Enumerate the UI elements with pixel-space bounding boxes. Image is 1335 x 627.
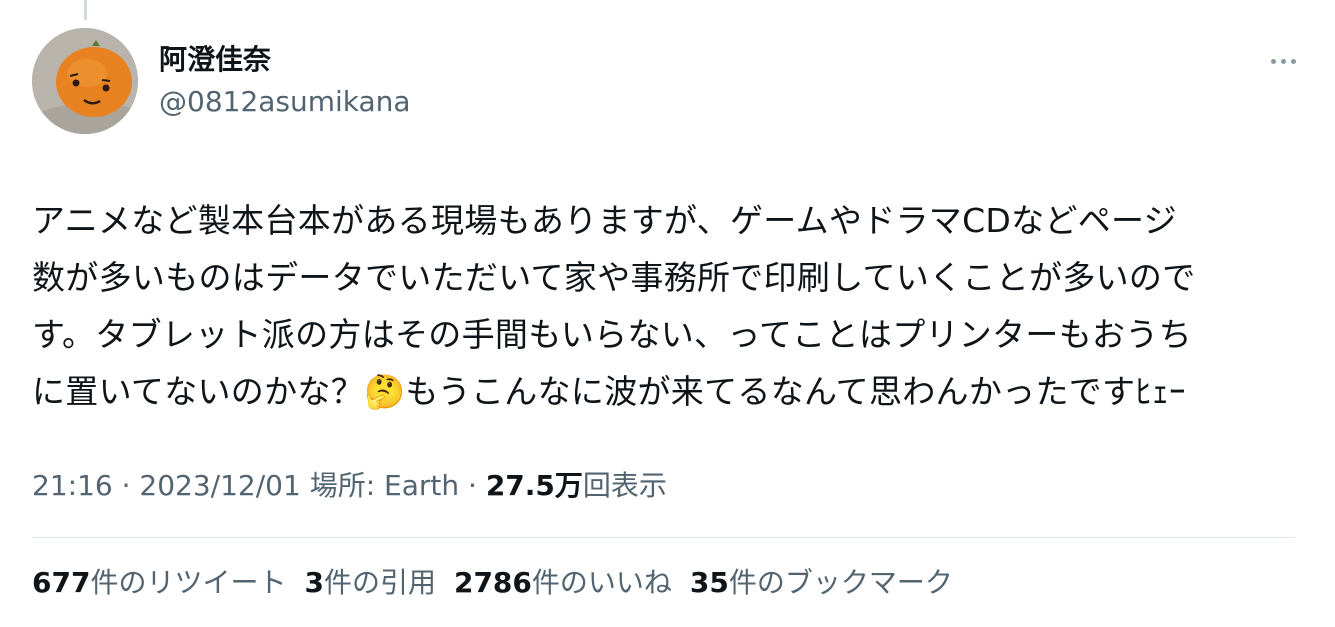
likes-label: 件のいいね (531, 566, 672, 599)
tweet-date[interactable]: 2023/12/01 (139, 469, 300, 502)
more-horizontal-icon (1280, 58, 1286, 64)
bookmarks-stat[interactable]: 35件のブックマーク (690, 563, 953, 603)
tweet-metadata: 21:16 · 2023/12/01 場所: Earth · 27.5万回表示 (32, 466, 667, 506)
avatar[interactable] (32, 28, 138, 134)
quotes-stat[interactable]: 3件の引用 (304, 563, 436, 603)
likes-stat[interactable]: 2786件のいいね (454, 563, 672, 603)
divider (32, 537, 1295, 538)
user-handle[interactable]: @0812asumikana (159, 82, 411, 122)
views-count: 27.5万 (485, 469, 583, 502)
quotes-label: 件の引用 (323, 566, 436, 599)
thread-connector-line (84, 0, 87, 20)
tweet-stats: 677件のリツイート 3件の引用 2786件のいいね 35件のブックマーク (32, 563, 953, 603)
meta-separator: · (459, 469, 486, 502)
display-name[interactable]: 阿澄佳奈 (159, 42, 411, 78)
meta-separator: · (112, 469, 140, 502)
more-options-button[interactable] (1263, 50, 1303, 72)
orange-avatar-image (32, 28, 138, 134)
tweet-header: 阿澄佳奈 @0812asumikana (32, 28, 1303, 136)
likes-count: 2786 (453, 566, 532, 599)
bookmarks-label: 件のブックマーク (728, 566, 953, 599)
retweets-count: 677 (32, 566, 91, 599)
user-names: 阿澄佳奈 @0812asumikana (159, 42, 411, 122)
more-horizontal-icon (1270, 58, 1276, 64)
views-label: 回表示 (582, 469, 667, 502)
more-horizontal-icon (1290, 58, 1296, 64)
quotes-count: 3 (304, 566, 324, 599)
tweet-text: アニメなど製本台本がある現場もありますが、ゲームやドラマCDなどページ 数が多い… (32, 201, 1196, 411)
retweets-stat[interactable]: 677件のリツイート (32, 563, 286, 603)
tweet-time[interactable]: 21:16 (32, 469, 113, 502)
tweet-location: 場所: Earth (300, 469, 460, 502)
retweets-label: 件のリツイート (90, 566, 287, 599)
bookmarks-count: 35 (689, 566, 729, 599)
